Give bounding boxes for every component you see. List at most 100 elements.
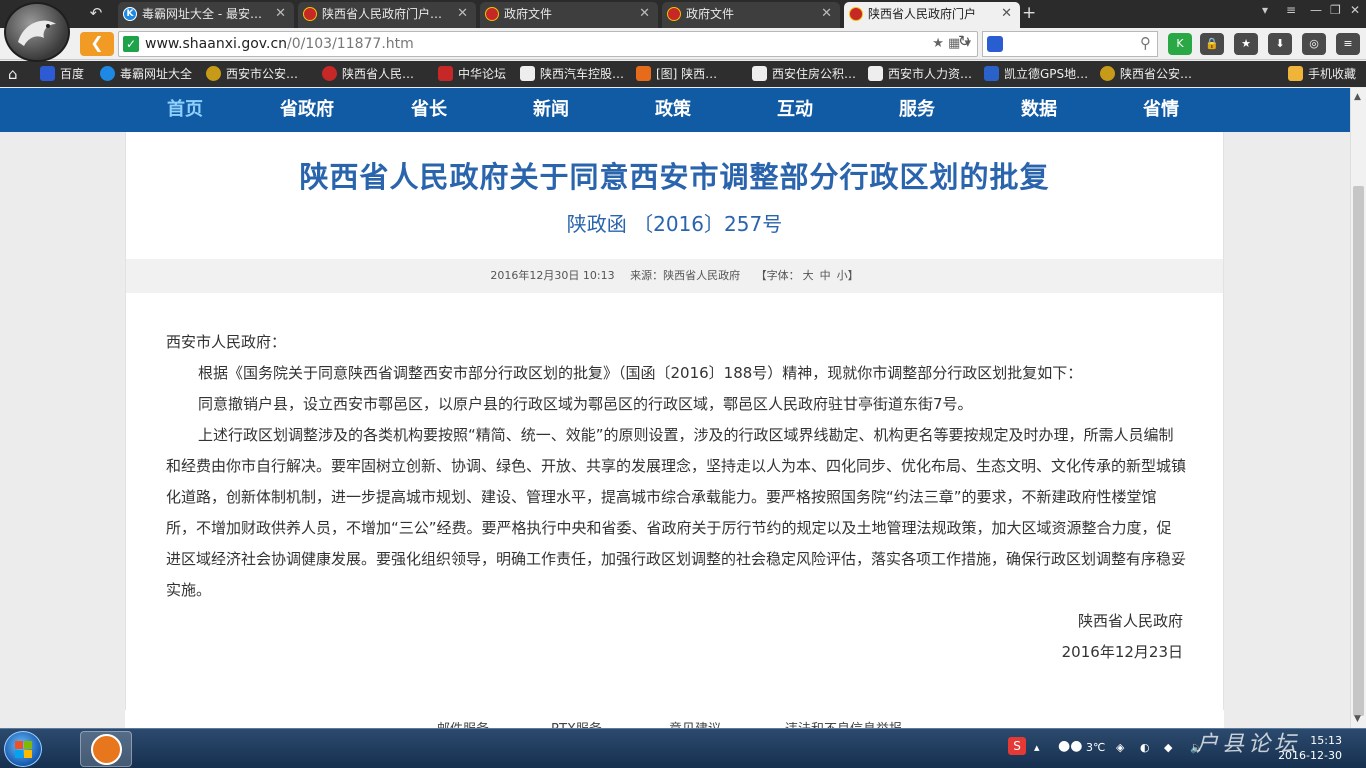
close-tab-icon[interactable]: ✕ — [1001, 2, 1012, 26]
nav-data[interactable]: 数据 — [978, 88, 1100, 132]
tab-title: 陕西省人民政府门户 — [868, 7, 977, 21]
nav-interaction[interactable]: 互动 — [734, 88, 856, 132]
bookmark-folder[interactable]: 手机收藏 — [1288, 66, 1356, 82]
security-icon[interactable]: ◆ — [1164, 741, 1172, 754]
bookmark-item[interactable]: 凯立德GPS地… — [984, 66, 1088, 82]
bookmark-item[interactable]: 陕西省人民… — [322, 66, 414, 82]
paragraph: 上述行政区划调整涉及的各类机构要按照“精简、统一、效能”的原则设置，涉及的行政区… — [166, 426, 1187, 599]
k-ext-icon[interactable]: K — [1168, 33, 1192, 55]
page-icon — [752, 66, 767, 81]
favorites-icon[interactable]: ★ — [1234, 33, 1258, 55]
menu-icon[interactable]: ≡ — [1336, 33, 1360, 55]
publish-date: 2016年12月30日 10:13 — [490, 269, 615, 282]
taskbar-browser-app[interactable] — [80, 731, 132, 767]
bookmark-item[interactable]: 陕西汽车控股… — [520, 66, 624, 82]
police-icon — [1100, 66, 1115, 81]
search-box[interactable]: 🐾 ⚲ — [982, 31, 1158, 57]
paw-icon — [40, 66, 55, 81]
navigation-bar: ❮ ✓ www.shaanxi.gov.cn/0/103/11877.htm ★… — [0, 28, 1366, 60]
refresh-icon[interactable]: ↻ — [958, 32, 971, 50]
close-tab-icon[interactable]: ✕ — [821, 2, 832, 26]
emblem-icon — [322, 66, 337, 81]
back-button[interactable]: ❮ — [80, 32, 114, 56]
bookmark-item[interactable]: 毒霸网址大全 — [100, 66, 192, 82]
maximize-icon[interactable]: ❐ — [1330, 3, 1341, 17]
bookmark-item[interactable]: 百度 — [40, 66, 84, 82]
home-icon[interactable]: ⌂ — [8, 65, 18, 83]
tab-2[interactable]: 政府文件 ✕ — [480, 2, 658, 28]
emblem-icon — [667, 7, 681, 21]
footer-link-report[interactable]: 违法和不良信息举报 — [785, 718, 902, 728]
footer-link-rtx[interactable]: RTX服务 — [551, 718, 602, 728]
undo-close-tab-icon[interactable]: ↶ — [84, 2, 108, 24]
bookmark-item[interactable]: 西安市公安… — [206, 66, 298, 82]
font-large-link[interactable]: 大 — [803, 269, 814, 282]
network-icon[interactable]: ◈ — [1116, 741, 1124, 754]
footer-link-feedback[interactable]: 意见建议 — [669, 718, 721, 728]
bookmark-item[interactable]: 西安市人力资… — [868, 66, 972, 82]
footer-link-mail[interactable]: 邮件服务 — [437, 718, 489, 728]
menu-icon[interactable]: ≡ — [1286, 3, 1296, 17]
emblem-icon — [303, 7, 317, 21]
star-icon[interactable]: ★ — [932, 36, 944, 51]
minimize-icon[interactable]: — — [1310, 3, 1322, 17]
font-small-link[interactable]: 小】 — [837, 269, 859, 282]
forum-icon — [438, 66, 453, 81]
tab-4-active[interactable]: 陕西省人民政府门户 ✕ — [844, 2, 1020, 28]
bookmark-item[interactable]: 西安住房公积… — [752, 66, 856, 82]
qq-icon[interactable]: ◐ — [1140, 741, 1150, 754]
emblem-icon — [485, 7, 499, 21]
close-tab-icon[interactable]: ✕ — [275, 2, 286, 26]
police-icon — [206, 66, 221, 81]
forum-watermark: 户县论坛 — [1196, 732, 1301, 757]
baidu-paw-icon[interactable]: 🐾 — [987, 36, 1003, 52]
jia-icon — [636, 66, 651, 81]
tab-0[interactable]: K 毒霸网址大全 - 最安… ✕ — [118, 2, 294, 28]
nav-news[interactable]: 新闻 — [490, 88, 612, 132]
font-medium-link[interactable]: 中 — [820, 269, 831, 282]
lock-icon[interactable]: 🔒 — [1200, 33, 1224, 55]
tray-arrow-icon[interactable]: ▴ — [1034, 741, 1040, 754]
shirt-icon[interactable]: ▾ — [1262, 3, 1268, 17]
bookmark-item[interactable]: 中华论坛 — [438, 66, 506, 82]
tab-1[interactable]: 陕西省人民政府门户… ✕ — [298, 2, 476, 28]
scroll-down-icon[interactable]: ▼ — [1354, 714, 1361, 724]
secure-check-icon: ✓ — [123, 36, 139, 52]
nav-province-info[interactable]: 省情 — [1100, 88, 1222, 132]
tab-3[interactable]: 政府文件 ✕ — [662, 2, 840, 28]
vertical-scrollbar[interactable]: ▲ ▼ — [1350, 88, 1366, 728]
download-icon[interactable]: ⬇ — [1268, 33, 1292, 55]
document-number: 陕政函 〔2016〕257号 — [566, 212, 783, 236]
bookmark-label: 手机收藏 — [1308, 67, 1357, 81]
bookmark-label: 毒霸网址大全 — [120, 67, 193, 81]
new-tab-button[interactable]: + — [1022, 3, 1036, 23]
cloud-icon: ●● — [1058, 738, 1083, 754]
nav-home[interactable]: 首页 — [124, 88, 246, 132]
browser-logo-icon[interactable] — [4, 2, 70, 62]
tab-title: 毒霸网址大全 - 最安… — [142, 7, 262, 21]
nav-policy[interactable]: 政策 — [612, 88, 734, 132]
page-icon — [868, 66, 883, 81]
weather-text: 3℃ — [1086, 741, 1106, 754]
close-window-icon[interactable]: ✕ — [1350, 3, 1360, 17]
signature-date: 2016年12月23日 — [1061, 643, 1183, 661]
cheetah-icon — [18, 20, 56, 46]
address-bar[interactable]: ✓ www.shaanxi.gov.cn/0/103/11877.htm ★ ▦… — [118, 31, 978, 57]
nav-governor[interactable]: 省长 — [368, 88, 490, 132]
nav-provincial-government[interactable]: 省政府 — [246, 88, 368, 132]
close-tab-icon[interactable]: ✕ — [639, 2, 650, 26]
url-text[interactable]: www.shaanxi.gov.cn/0/103/11877.htm — [145, 36, 414, 52]
close-tab-icon[interactable]: ✕ — [457, 2, 468, 26]
start-button[interactable] — [4, 731, 42, 767]
sogou-icon[interactable]: S — [1008, 737, 1026, 755]
bookmark-item[interactable]: [图] 陕西… — [636, 66, 717, 82]
tab-title: 政府文件 — [686, 7, 735, 21]
search-icon[interactable]: ⚲ — [1140, 34, 1151, 52]
scroll-thumb[interactable] — [1353, 186, 1364, 716]
nav-services[interactable]: 服务 — [856, 88, 978, 132]
bookmark-item[interactable]: 陕西省公安… — [1100, 66, 1192, 82]
scroll-up-icon[interactable]: ▲ — [1354, 92, 1361, 102]
document-body: 西安市人民政府： 根据《国务院关于同意陕西省调整西安市部分行政区划的批复》（国函… — [166, 327, 1186, 606]
emblem-icon — [849, 7, 863, 21]
game-icon[interactable]: ◎ — [1302, 33, 1326, 55]
